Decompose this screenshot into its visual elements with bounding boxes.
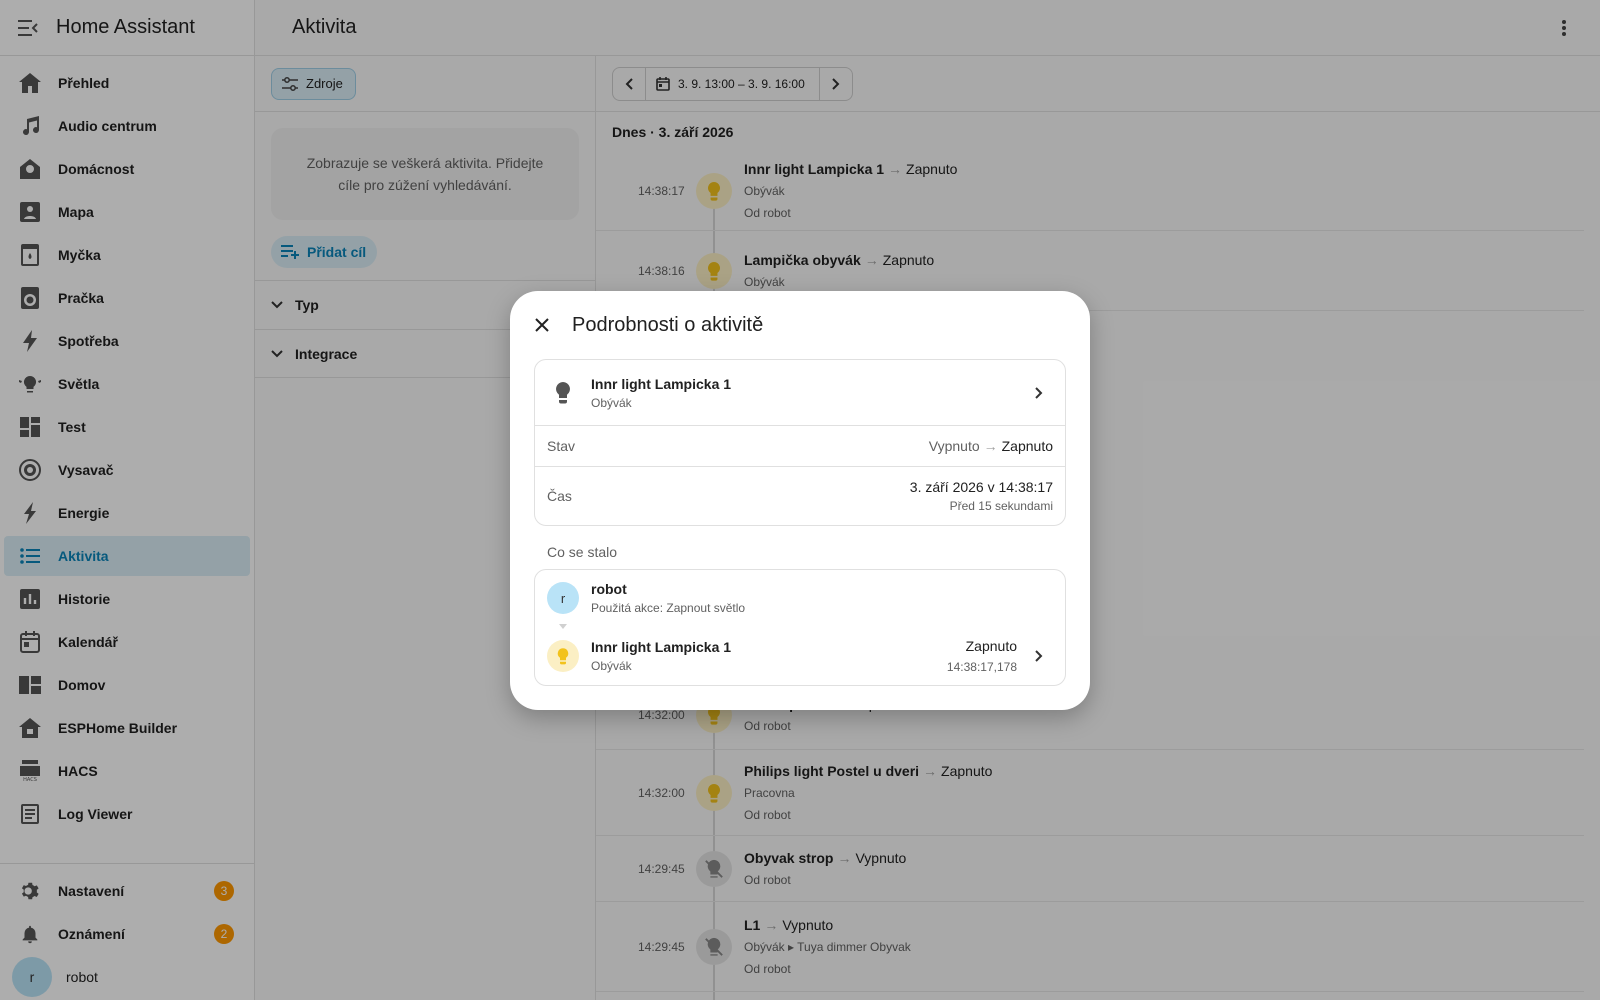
- state-value: Vypnuto → Zapnuto: [928, 438, 1053, 454]
- entity-card: Innr light Lampicka 1 Obývák Stav Vypnut…: [534, 359, 1066, 526]
- time-row: Čas 3. září 2026 v 14:38:17 Před 15 seku…: [535, 467, 1065, 525]
- entity-row[interactable]: Innr light Lampicka 1 Obývák: [535, 360, 1065, 426]
- dialog-header: Podrobnosti o aktivitě: [510, 291, 1090, 359]
- entity-name: Innr light Lampicka 1: [591, 375, 732, 392]
- chevron-right-icon: [1027, 381, 1051, 405]
- actor-action: Použitá akce: Zapnout světlo: [591, 601, 746, 615]
- state-label: Stav: [547, 438, 576, 454]
- result-entity-name: Innr light Lampicka 1: [591, 639, 732, 655]
- close-icon[interactable]: [530, 313, 554, 337]
- actor-row: r robot Použitá akce: Zapnout světlo: [535, 570, 1065, 629]
- dialog-title: Podrobnosti o aktivitě: [572, 313, 764, 336]
- actor-name: robot: [591, 581, 627, 597]
- avatar: r: [547, 582, 579, 614]
- what-happened-label: Co se stalo: [547, 544, 618, 560]
- activity-details-dialog: Podrobnosti o aktivitě Innr light Lampic…: [510, 291, 1090, 710]
- result-state: Zapnuto 14:38:17,178: [946, 638, 1017, 674]
- what-happened-card: r robot Použitá akce: Zapnout světlo Inn…: [534, 569, 1066, 686]
- result-entity-area: Obývák: [591, 659, 632, 673]
- entity-area: Obývák: [591, 395, 632, 410]
- state-row: Stav Vypnuto → Zapnuto: [535, 426, 1065, 467]
- time-label: Čas: [547, 488, 572, 504]
- chevron-right-icon: [1027, 644, 1051, 668]
- lightbulb-on-icon: [547, 640, 579, 672]
- result-row[interactable]: Innr light Lampicka 1 Obývák Zapnuto 14:…: [535, 626, 1065, 686]
- time-value: 3. září 2026 v 14:38:17 Před 15 sekundam…: [909, 479, 1053, 513]
- lightbulb-icon: [551, 381, 575, 404]
